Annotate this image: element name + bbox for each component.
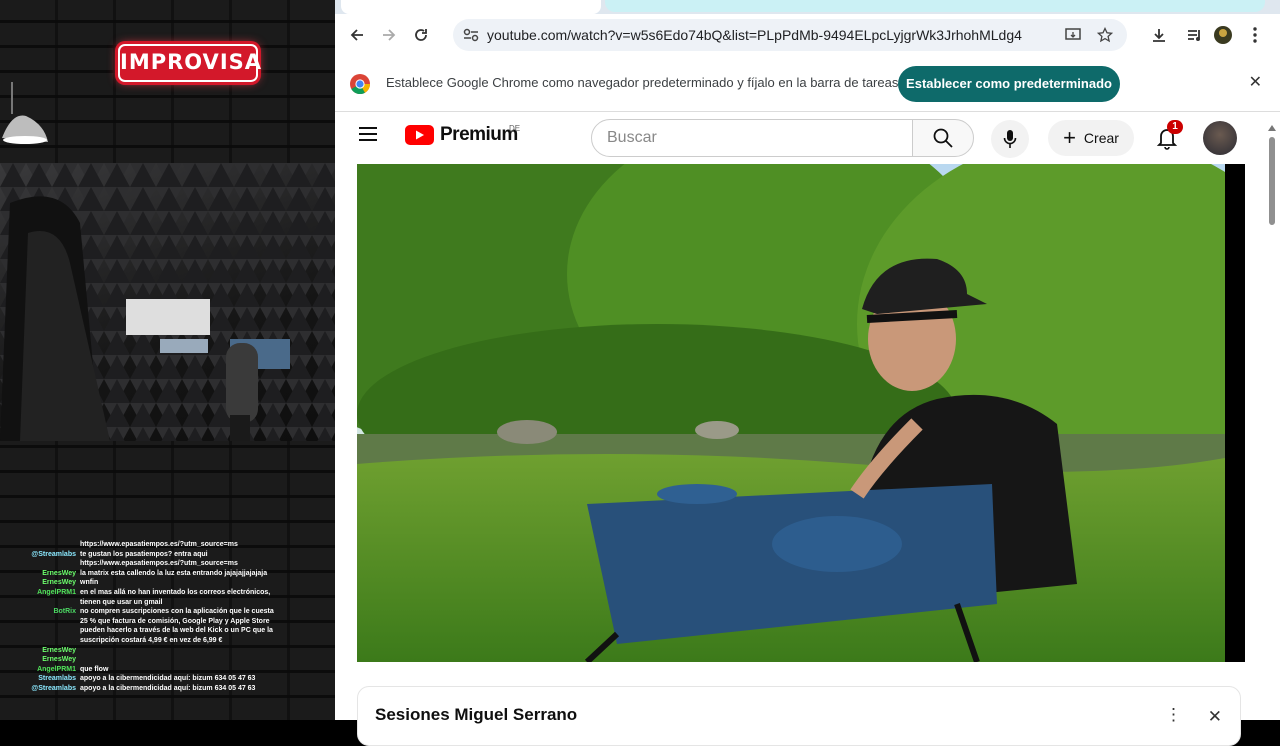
chrome-window: youtube.com/watch?v=w5s6Edo74bQ&list=PLp… bbox=[335, 0, 1280, 746]
stream-chat: https://www.epasatiempos.es/?utm_source=… bbox=[0, 540, 335, 720]
forward-icon[interactable] bbox=[373, 19, 405, 51]
set-default-button[interactable]: Establecer como predeterminado bbox=[898, 66, 1120, 102]
voice-search-button[interactable] bbox=[991, 120, 1029, 158]
chat-message: AngelPRM1 que flow bbox=[0, 665, 335, 675]
chat-text bbox=[80, 655, 275, 665]
chat-text: la matrix esta callendo la luz esta entr… bbox=[80, 569, 268, 577]
chat-username: ErnesWey bbox=[42, 569, 76, 577]
create-button[interactable]: + Crear bbox=[1048, 120, 1134, 156]
chat-text: https://www.epasatiempos.es/?utm_source=… bbox=[80, 541, 238, 548]
close-playlist-icon[interactable]: ✕ bbox=[1208, 707, 1222, 727]
region-code: DE bbox=[509, 124, 521, 133]
omnibox[interactable]: youtube.com/watch?v=w5s6Edo74bQ&list=PLp… bbox=[453, 19, 1127, 51]
chat-username: BotRix bbox=[53, 608, 76, 616]
chat-message: ErnesWey bbox=[0, 646, 335, 656]
chat-username: AngelPRM1 bbox=[37, 588, 76, 596]
chat-text: wnfin bbox=[80, 579, 99, 587]
youtube-premium-logo[interactable]: Premium DE bbox=[405, 124, 521, 146]
chrome-menu-icon[interactable] bbox=[1239, 19, 1271, 51]
tab-active[interactable] bbox=[341, 0, 601, 14]
back-icon[interactable] bbox=[341, 19, 373, 51]
video-player[interactable] bbox=[357, 164, 1245, 662]
site-settings-icon[interactable] bbox=[463, 28, 479, 42]
chat-text: https://www.epasatiempos.es/?utm_source=… bbox=[80, 560, 238, 568]
search-input[interactable]: Buscar bbox=[591, 119, 913, 157]
stream-overlay: IMPROVISA https://www.epasatiempos.es/?u… bbox=[0, 0, 335, 720]
chat-message: https://www.epasatiempos.es/?utm_source=… bbox=[0, 540, 335, 550]
playlist-panel: Sesiones Miguel Serrano ⋮ ✕ bbox=[357, 686, 1241, 746]
chat-username: ErnesWey bbox=[42, 579, 76, 587]
improvisa-logo: IMPROVISA bbox=[118, 44, 261, 82]
lamp-icon bbox=[2, 82, 48, 144]
install-app-icon[interactable] bbox=[1065, 27, 1081, 43]
video-frame bbox=[357, 164, 1245, 662]
chat-message: @Streamlabs apoyo a la cibermendicidad aq… bbox=[0, 684, 335, 694]
chat-username bbox=[0, 559, 80, 569]
chat-username: @Streamlabs bbox=[31, 550, 76, 558]
chat-text: en el mas allá no han inventado los corr… bbox=[80, 588, 271, 606]
chat-text bbox=[80, 646, 275, 656]
chat-username: ErnesWey bbox=[42, 646, 76, 654]
chat-username: @Streamlabs bbox=[31, 684, 76, 692]
chat-message: BotRix no compren suscripciones con la ap… bbox=[0, 607, 335, 645]
chat-message: Streamlabs apoyo a la cibermendicidad aqu… bbox=[0, 674, 335, 684]
chat-message: https://www.epasatiempos.es/?utm_source=… bbox=[0, 559, 335, 569]
search-icon bbox=[933, 128, 953, 148]
playlist-title: Sesiones Miguel Serrano bbox=[375, 705, 578, 724]
webcam-feed bbox=[0, 163, 335, 441]
chat-username bbox=[0, 540, 80, 550]
url-text: youtube.com/watch?v=w5s6Edo74bQ&list=PLp… bbox=[487, 27, 1022, 43]
chat-message: @Streamlabs te gustan los pasatiempos? en… bbox=[0, 550, 335, 560]
search-button[interactable] bbox=[912, 119, 974, 157]
youtube-masthead: Premium DE Buscar + Crear 1 bbox=[335, 112, 1280, 164]
page-scrollbar[interactable] bbox=[1267, 125, 1277, 720]
chat-text: apoyo a la cibermendicidad aquí: bizum 6… bbox=[80, 684, 256, 692]
toolbar: youtube.com/watch?v=w5s6Edo74bQ&list=PLp… bbox=[335, 14, 1280, 56]
chat-message: ErnesWey la matrix esta callendo la luz e… bbox=[0, 569, 335, 579]
chat-username: AngelPRM1 bbox=[37, 665, 76, 673]
chat-text: apoyo a la cibermendicidad aquí: bizum 6… bbox=[80, 675, 256, 683]
tab-strip bbox=[335, 0, 1280, 14]
tab-bar-fill bbox=[605, 0, 1265, 12]
downloads-icon[interactable] bbox=[1143, 19, 1175, 51]
default-browser-infobar: Establece Google Chrome como navegador p… bbox=[335, 56, 1280, 112]
chat-username: ErnesWey bbox=[42, 656, 76, 664]
account-avatar[interactable] bbox=[1203, 121, 1237, 155]
chat-text: que flow bbox=[80, 665, 109, 673]
plus-icon: + bbox=[1063, 125, 1076, 150]
hamburger-menu-icon[interactable] bbox=[359, 126, 379, 142]
chat-message: ErnesWey wnfin bbox=[0, 578, 335, 588]
infobar-text: Establece Google Chrome como navegador p… bbox=[386, 75, 899, 90]
chat-message: ErnesWey bbox=[0, 655, 335, 665]
microphone-icon bbox=[1003, 130, 1017, 148]
chrome-logo-icon bbox=[350, 74, 371, 95]
close-icon[interactable]: ✕ bbox=[1249, 72, 1262, 92]
more-actions-icon[interactable]: ⋮ bbox=[1165, 705, 1182, 725]
notification-badge: 1 bbox=[1167, 120, 1183, 134]
chat-text: no compren suscripciones con la aplicaci… bbox=[80, 608, 274, 644]
chat-username: Streamlabs bbox=[38, 675, 76, 683]
chat-text: te gustan los pasatiempos? entra aqui bbox=[80, 550, 208, 558]
bookmark-star-icon[interactable] bbox=[1097, 27, 1113, 43]
webcam-scene bbox=[0, 163, 335, 441]
youtube-play-icon bbox=[405, 125, 434, 145]
profile-avatar-icon[interactable] bbox=[1207, 19, 1239, 51]
chat-message: AngelPRM1 en el mas allá no han inventado… bbox=[0, 588, 335, 607]
reload-icon[interactable] bbox=[405, 19, 437, 51]
